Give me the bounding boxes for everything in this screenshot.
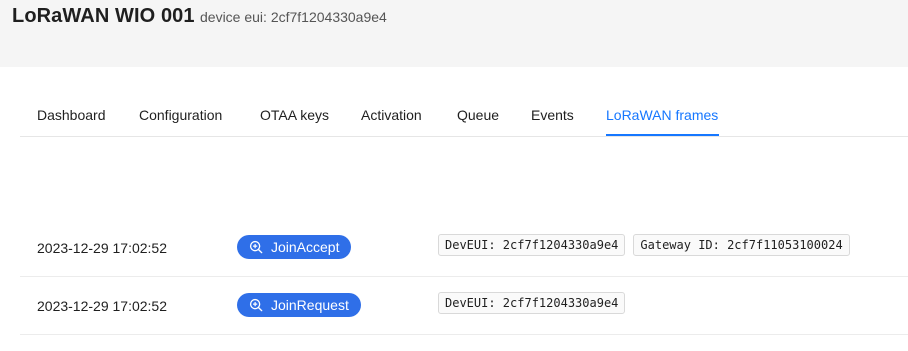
tab-otaa-keys[interactable]: OTAA keys	[260, 107, 329, 123]
frame-timestamp: 2023-12-29 17:02:52	[37, 298, 167, 314]
frame-tags: DevEUI: 2cf7f1204330a9e4 Gateway ID: 2cf…	[438, 234, 850, 256]
frame-type-label: JoinRequest	[271, 297, 349, 313]
dev-eui-tag: DevEUI: 2cf7f1204330a9e4	[438, 234, 626, 256]
active-tab-indicator	[606, 134, 719, 136]
page-header: LoRaWAN WIO 001 device eui: 2cf7f1204330…	[0, 0, 908, 67]
tab-queue[interactable]: Queue	[457, 107, 499, 123]
tab-configuration[interactable]: Configuration	[139, 107, 222, 123]
frame-type-label: JoinAccept	[271, 239, 340, 255]
frame-type-button[interactable]: JoinRequest	[237, 293, 361, 317]
frame-row: 2023-12-29 17:02:52 JoinAccept DevEUI: 2…	[20, 219, 908, 277]
frame-timestamp: 2023-12-29 17:02:52	[37, 240, 167, 256]
device-eui-subtitle: device eui: 2cf7f1204330a9e4	[200, 9, 387, 25]
zoom-in-icon	[249, 240, 263, 254]
tab-lorawan-frames[interactable]: LoRaWAN frames	[606, 107, 718, 123]
frame-type-button[interactable]: JoinAccept	[237, 235, 352, 259]
tab-dashboard[interactable]: Dashboard	[37, 107, 106, 123]
dev-eui-tag: DevEUI: 2cf7f1204330a9e4	[438, 292, 626, 314]
tab-bar: Dashboard Configuration OTAA keys Activa…	[20, 96, 908, 137]
page-title: LoRaWAN WIO 001	[12, 5, 195, 27]
gateway-id-tag: Gateway ID: 2cf7f11053100024	[633, 234, 850, 256]
tab-events[interactable]: Events	[531, 107, 574, 123]
zoom-in-icon	[249, 298, 263, 312]
frame-row: 2023-12-29 17:02:52 JoinRequest DevEUI: …	[20, 277, 908, 335]
frame-tags: DevEUI: 2cf7f1204330a9e4	[438, 292, 626, 314]
tab-activation[interactable]: Activation	[361, 107, 422, 123]
